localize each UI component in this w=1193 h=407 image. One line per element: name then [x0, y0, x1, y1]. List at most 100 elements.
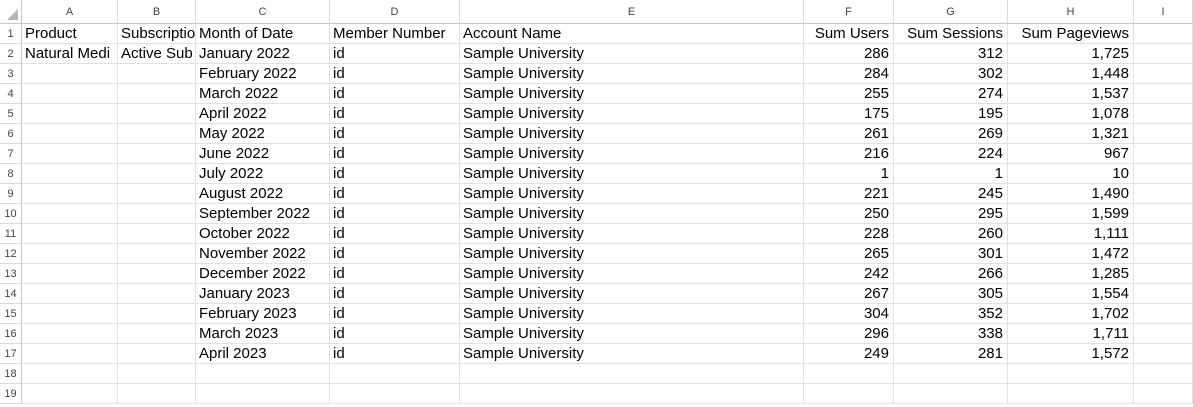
cell-i11[interactable]	[1134, 224, 1193, 244]
cell-b17[interactable]	[118, 344, 196, 364]
cell-i14[interactable]	[1134, 284, 1193, 304]
cell-d9[interactable]: id	[330, 184, 460, 204]
column-header-g[interactable]: G	[894, 0, 1008, 24]
cell-b11[interactable]	[118, 224, 196, 244]
row-header[interactable]: 7	[0, 144, 22, 164]
row-header[interactable]: 10	[0, 204, 22, 224]
cell-c13[interactable]: December 2022	[196, 264, 330, 284]
cell-i12[interactable]	[1134, 244, 1193, 264]
row-header[interactable]: 14	[0, 284, 22, 304]
cell-i13[interactable]	[1134, 264, 1193, 284]
cell-d5[interactable]: id	[330, 104, 460, 124]
row-header[interactable]: 17	[0, 344, 22, 364]
cell-d11[interactable]: id	[330, 224, 460, 244]
cell-f1[interactable]: Sum Users	[804, 24, 894, 44]
cell-e6[interactable]: Sample University	[460, 124, 804, 144]
cell-h5[interactable]: 1,078	[1008, 104, 1134, 124]
cell-g11[interactable]: 260	[894, 224, 1008, 244]
cell-e3[interactable]: Sample University	[460, 64, 804, 84]
cell-g17[interactable]: 281	[894, 344, 1008, 364]
cell-a10[interactable]	[22, 204, 118, 224]
cell-b18[interactable]	[118, 364, 196, 384]
cell-d14[interactable]: id	[330, 284, 460, 304]
cell-f18[interactable]	[804, 364, 894, 384]
cell-f15[interactable]: 304	[804, 304, 894, 324]
cell-d7[interactable]: id	[330, 144, 460, 164]
cell-h14[interactable]: 1,554	[1008, 284, 1134, 304]
cell-i10[interactable]	[1134, 204, 1193, 224]
cell-b4[interactable]	[118, 84, 196, 104]
cell-f19[interactable]	[804, 384, 894, 404]
row-header[interactable]: 6	[0, 124, 22, 144]
row-header[interactable]: 12	[0, 244, 22, 264]
cell-i3[interactable]	[1134, 64, 1193, 84]
cell-b12[interactable]	[118, 244, 196, 264]
row-header[interactable]: 16	[0, 324, 22, 344]
cell-e8[interactable]: Sample University	[460, 164, 804, 184]
cell-i8[interactable]	[1134, 164, 1193, 184]
cell-d12[interactable]: id	[330, 244, 460, 264]
cell-d1[interactable]: Member Number	[330, 24, 460, 44]
cell-c2[interactable]: January 2022	[196, 44, 330, 64]
cell-b3[interactable]	[118, 64, 196, 84]
cell-f10[interactable]: 250	[804, 204, 894, 224]
cell-a15[interactable]	[22, 304, 118, 324]
cell-b7[interactable]	[118, 144, 196, 164]
cell-g16[interactable]: 338	[894, 324, 1008, 344]
cell-d6[interactable]: id	[330, 124, 460, 144]
cell-b6[interactable]	[118, 124, 196, 144]
row-header[interactable]: 2	[0, 44, 22, 64]
cell-c8[interactable]: July 2022	[196, 164, 330, 184]
cell-i4[interactable]	[1134, 84, 1193, 104]
cell-h16[interactable]: 1,711	[1008, 324, 1134, 344]
cell-a5[interactable]	[22, 104, 118, 124]
cell-h18[interactable]	[1008, 364, 1134, 384]
cell-e9[interactable]: Sample University	[460, 184, 804, 204]
cell-f6[interactable]: 261	[804, 124, 894, 144]
cell-f7[interactable]: 216	[804, 144, 894, 164]
cell-f9[interactable]: 221	[804, 184, 894, 204]
cell-g6[interactable]: 269	[894, 124, 1008, 144]
cell-a1[interactable]: Product	[22, 24, 118, 44]
cell-h12[interactable]: 1,472	[1008, 244, 1134, 264]
cell-b13[interactable]	[118, 264, 196, 284]
cell-h3[interactable]: 1,448	[1008, 64, 1134, 84]
cell-d10[interactable]: id	[330, 204, 460, 224]
cell-h7[interactable]: 967	[1008, 144, 1134, 164]
cell-d4[interactable]: id	[330, 84, 460, 104]
cell-b15[interactable]	[118, 304, 196, 324]
cell-a9[interactable]	[22, 184, 118, 204]
cell-g14[interactable]: 305	[894, 284, 1008, 304]
cell-f8[interactable]: 1	[804, 164, 894, 184]
cell-g19[interactable]	[894, 384, 1008, 404]
cell-a6[interactable]	[22, 124, 118, 144]
cell-f2[interactable]: 286	[804, 44, 894, 64]
cell-c16[interactable]: March 2023	[196, 324, 330, 344]
row-header[interactable]: 15	[0, 304, 22, 324]
cell-c17[interactable]: April 2023	[196, 344, 330, 364]
row-header[interactable]: 8	[0, 164, 22, 184]
row-header[interactable]: 11	[0, 224, 22, 244]
cell-a18[interactable]	[22, 364, 118, 384]
cell-g4[interactable]: 274	[894, 84, 1008, 104]
cell-d13[interactable]: id	[330, 264, 460, 284]
cell-f16[interactable]: 296	[804, 324, 894, 344]
cell-i16[interactable]	[1134, 324, 1193, 344]
row-header[interactable]: 18	[0, 364, 22, 384]
cell-d2[interactable]: id	[330, 44, 460, 64]
cell-e18[interactable]	[460, 364, 804, 384]
cell-b9[interactable]	[118, 184, 196, 204]
cell-g7[interactable]: 224	[894, 144, 1008, 164]
cell-c14[interactable]: January 2023	[196, 284, 330, 304]
cell-e2[interactable]: Sample University	[460, 44, 804, 64]
cell-e19[interactable]	[460, 384, 804, 404]
column-header-f[interactable]: F	[804, 0, 894, 24]
column-header-a[interactable]: A	[22, 0, 118, 24]
cell-f17[interactable]: 249	[804, 344, 894, 364]
cell-d16[interactable]: id	[330, 324, 460, 344]
cell-e5[interactable]: Sample University	[460, 104, 804, 124]
cell-g15[interactable]: 352	[894, 304, 1008, 324]
cell-f13[interactable]: 242	[804, 264, 894, 284]
cell-b16[interactable]	[118, 324, 196, 344]
cell-g13[interactable]: 266	[894, 264, 1008, 284]
